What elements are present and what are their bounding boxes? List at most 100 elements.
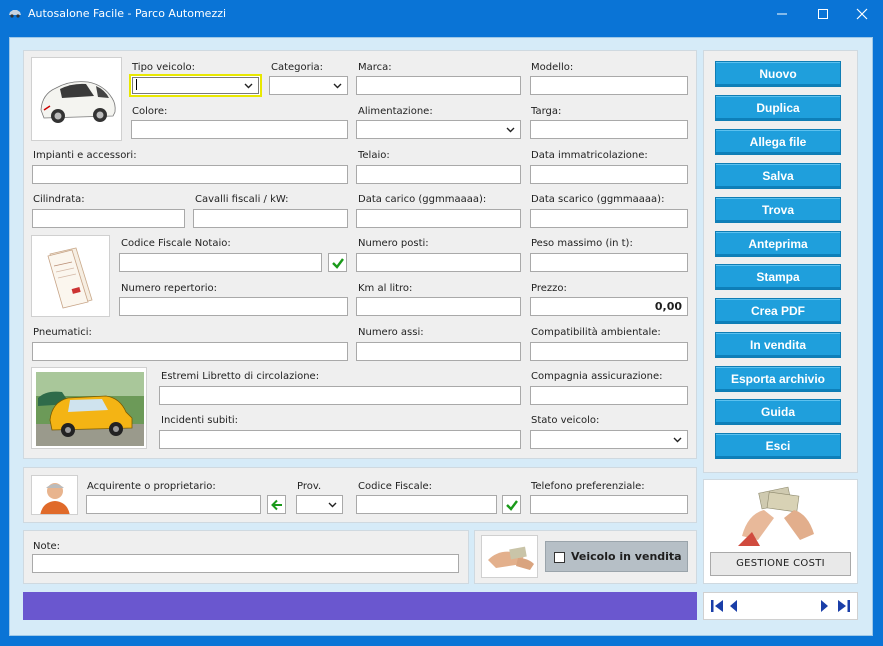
minimize-button[interactable] [765, 0, 799, 28]
maximize-icon [818, 9, 828, 19]
allega-file-button[interactable]: Allega file [715, 129, 841, 155]
data-carico-input[interactable] [356, 209, 521, 228]
codice-fiscale-input[interactable] [356, 495, 497, 514]
vendita-checkbox[interactable] [554, 552, 565, 563]
targa-label: Targa: [531, 106, 562, 117]
esporta-archivio-button[interactable]: Esporta archivio [715, 366, 841, 392]
colore-input[interactable] [131, 120, 348, 139]
telefono-input[interactable] [530, 495, 688, 514]
prezzo-input[interactable]: 0,00 [530, 297, 688, 316]
title-bar: Autosalone Facile - Parco Automezzi [0, 0, 883, 28]
text-caret [136, 79, 137, 90]
modello-label: Modello: [531, 62, 574, 73]
libretto-input[interactable] [159, 386, 521, 405]
data-carico-label: Data carico (ggmmaaaa): [358, 194, 487, 205]
telefono-label: Telefono preferenziale: [531, 481, 645, 492]
cf-notaio-input[interactable] [119, 253, 322, 272]
impianti-label: Impianti e accessori: [33, 150, 137, 161]
last-record-icon[interactable] [837, 599, 851, 613]
cilindrata-input[interactable] [32, 209, 185, 228]
note-input[interactable] [32, 554, 459, 573]
numero-posti-label: Numero posti: [358, 238, 429, 249]
trova-button[interactable]: Trova [715, 197, 841, 223]
telaio-label: Telaio: [358, 150, 390, 161]
marca-input[interactable] [356, 76, 521, 95]
first-record-icon[interactable] [710, 599, 724, 613]
data-scarico-label: Data scarico (ggmmaaaa): [531, 194, 665, 205]
peso-massimo-label: Peso massimo (in t): [531, 238, 633, 249]
prov-combo[interactable] [296, 495, 343, 514]
acquirente-input[interactable] [86, 495, 261, 514]
verify-codice-fiscale-button[interactable] [502, 495, 521, 514]
close-button[interactable] [845, 0, 879, 28]
duplica-button[interactable]: Duplica [715, 95, 841, 121]
vendita-checkbox-area[interactable]: Veicolo in vendita [545, 541, 688, 572]
load-owner-button[interactable] [267, 495, 286, 514]
crea-pdf-button[interactable]: Crea PDF [715, 298, 841, 324]
numero-posti-input[interactable] [356, 253, 521, 272]
nuovo-button[interactable]: Nuovo [715, 61, 841, 87]
in-vendita-button[interactable]: In vendita [715, 332, 841, 358]
km-litro-input[interactable] [356, 297, 521, 316]
stato-combo[interactable] [530, 430, 688, 449]
previous-record-icon[interactable] [729, 599, 739, 613]
alimentazione-combo[interactable] [356, 120, 521, 139]
maximize-button[interactable] [806, 0, 840, 28]
anteprima-button[interactable]: Anteprima [715, 231, 841, 257]
app-car-icon [9, 10, 21, 18]
km-litro-label: Km al litro: [358, 283, 413, 294]
chevron-down-icon [506, 127, 515, 133]
verify-cf-notaio-button[interactable] [328, 253, 347, 272]
minimize-icon [777, 13, 787, 15]
checkmark-icon [332, 258, 344, 269]
categoria-combo[interactable] [269, 76, 348, 95]
chevron-down-icon [673, 437, 682, 443]
incidenti-input[interactable] [159, 430, 521, 449]
tipo-veicolo-combo[interactable] [129, 74, 262, 97]
acquirente-label: Acquirente o proprietario: [87, 481, 216, 492]
stato-label: Stato veicolo: [531, 415, 600, 426]
money-hands-icon [738, 486, 814, 546]
data-scarico-input[interactable] [530, 209, 688, 228]
numero-repertorio-input[interactable] [119, 297, 348, 316]
cf-notaio-label: Codice Fiscale Notaio: [121, 238, 231, 249]
data-immatricolazione-label: Data immatricolazione: [531, 150, 648, 161]
codice-fiscale-label: Codice Fiscale: [358, 481, 432, 492]
libretto-label: Estremi Libretto di circolazione: [161, 371, 320, 382]
owner-photo[interactable] [31, 475, 78, 515]
close-icon [856, 8, 868, 20]
guida-button[interactable]: Guida [715, 399, 841, 425]
stampa-button[interactable]: Stampa [715, 264, 841, 290]
telaio-input[interactable] [356, 165, 521, 184]
numero-repertorio-label: Numero repertorio: [121, 283, 217, 294]
note-label: Note: [33, 541, 61, 552]
chevron-down-icon [244, 83, 253, 89]
sale-photo [481, 535, 538, 578]
chevron-down-icon [333, 83, 342, 89]
gestione-costi-button[interactable]: GESTIONE COSTI [710, 552, 851, 576]
document-icon [47, 247, 93, 309]
impianti-input[interactable] [32, 165, 348, 184]
vehicle-photo[interactable] [31, 57, 122, 141]
cavalli-input[interactable] [193, 209, 348, 228]
data-immatricolazione-input[interactable] [530, 165, 688, 184]
window-title: Autosalone Facile - Parco Automezzi [28, 7, 227, 20]
esci-button[interactable]: Esci [715, 433, 841, 459]
salva-button[interactable]: Salva [715, 163, 841, 189]
registration-photo[interactable] [31, 367, 147, 449]
numero-assi-input[interactable] [356, 342, 521, 361]
marca-label: Marca: [358, 62, 392, 73]
notary-document-photo[interactable] [31, 235, 110, 317]
targa-input[interactable] [530, 120, 688, 139]
person-icon [40, 483, 70, 514]
pneumatici-input[interactable] [32, 342, 348, 361]
compatibilita-input[interactable] [530, 342, 688, 361]
handshake-money-icon [488, 546, 534, 570]
modello-input[interactable] [530, 76, 688, 95]
next-record-icon[interactable] [819, 599, 829, 613]
peso-massimo-input[interactable] [530, 253, 688, 272]
compagnia-input[interactable] [530, 386, 688, 405]
prezzo-label: Prezzo: [531, 283, 567, 294]
categoria-label: Categoria: [271, 62, 324, 73]
incidenti-label: Incidenti subiti: [161, 415, 239, 426]
